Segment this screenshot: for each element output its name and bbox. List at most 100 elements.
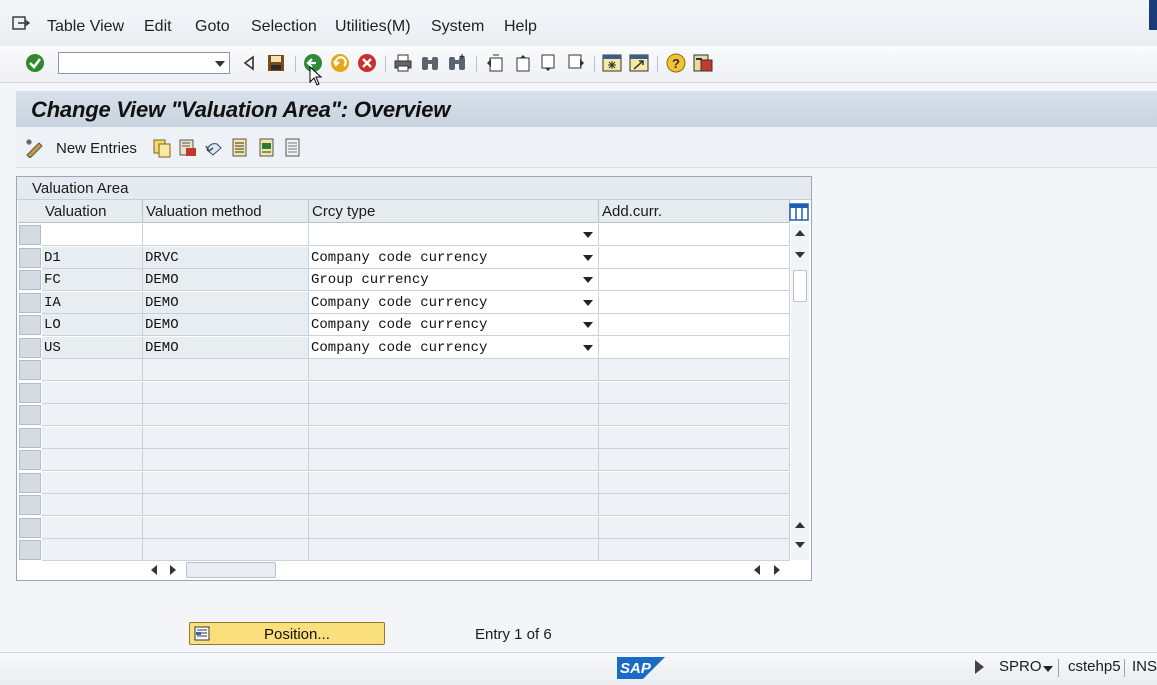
scroll-right-end-icon[interactable] xyxy=(774,565,780,575)
cell-valuation[interactable] xyxy=(42,224,143,246)
cell-crcy-type[interactable]: Company code currency xyxy=(309,246,599,269)
last-page-button[interactable] xyxy=(566,53,586,73)
exit-menu-icon[interactable] xyxy=(12,15,30,31)
cell-valuation[interactable]: US xyxy=(42,336,143,359)
row-selector[interactable] xyxy=(19,450,41,470)
copy-as-icon[interactable] xyxy=(152,138,172,158)
cell-valuation-method[interactable]: DEMO xyxy=(143,336,309,359)
row-selector[interactable] xyxy=(19,270,41,290)
create-session-button[interactable] xyxy=(602,53,622,73)
exit-button[interactable] xyxy=(330,53,350,73)
page-up-icon[interactable] xyxy=(795,522,805,528)
chevron-down-icon[interactable] xyxy=(215,61,225,67)
row-selector[interactable] xyxy=(19,382,41,403)
vertical-scrollbar[interactable] xyxy=(791,224,809,560)
help-button[interactable]: ? xyxy=(666,53,686,73)
cell-valuation[interactable]: LO xyxy=(42,314,143,336)
chevron-down-icon[interactable] xyxy=(583,254,593,261)
select-all-icon[interactable] xyxy=(230,138,250,158)
column-header-valuation-method[interactable]: Valuation method xyxy=(143,200,309,223)
scroll-right-icon[interactable] xyxy=(170,565,176,575)
find-next-button[interactable] xyxy=(447,53,467,73)
row-selector[interactable] xyxy=(19,517,41,538)
row-selector[interactable] xyxy=(19,292,41,313)
menu-utilities[interactable]: Utilities(M) xyxy=(335,18,411,36)
cell-crcy-type[interactable]: Company code currency xyxy=(309,314,599,336)
insert-mode[interactable]: INS xyxy=(1132,658,1157,675)
position-button[interactable]: Position... xyxy=(189,622,385,645)
back-arrow-button[interactable] xyxy=(239,53,259,73)
menu-edit[interactable]: Edit xyxy=(144,18,172,36)
chevron-down-icon[interactable] xyxy=(583,277,593,283)
table-row[interactable] xyxy=(42,224,790,246)
cell-valuation[interactable]: D1 xyxy=(42,246,143,269)
row-selector[interactable] xyxy=(19,337,41,358)
scroll-up-icon[interactable] xyxy=(795,230,805,236)
chevron-down-icon[interactable] xyxy=(583,322,593,328)
undo-change-icon[interactable] xyxy=(204,138,224,158)
customize-layout-button[interactable] xyxy=(693,53,713,73)
table-row[interactable]: D1 DRVC Company code currency xyxy=(42,246,790,269)
cell-valuation[interactable]: IA xyxy=(42,291,143,314)
chevron-down-icon[interactable] xyxy=(583,232,593,238)
cell-crcy-type[interactable]: Company code currency xyxy=(309,336,599,359)
delete-icon[interactable] xyxy=(178,138,198,158)
cell-valuation-method[interactable]: DEMO xyxy=(143,269,309,291)
row-selector[interactable] xyxy=(19,405,41,425)
enter-button[interactable] xyxy=(25,53,45,73)
status-expand-icon[interactable] xyxy=(975,660,984,674)
row-selector[interactable] xyxy=(19,472,41,493)
menu-help[interactable]: Help xyxy=(504,18,537,36)
row-selector[interactable] xyxy=(19,315,41,335)
cancel-button[interactable] xyxy=(357,53,377,73)
column-header-add-curr[interactable]: Add.curr. xyxy=(599,200,790,223)
column-header-valuation[interactable]: Valuation xyxy=(42,200,143,223)
table-row[interactable]: LO DEMO Company code currency xyxy=(42,314,790,336)
page-down-icon[interactable] xyxy=(795,542,805,548)
cell-valuation-method[interactable]: DRVC xyxy=(143,246,309,269)
print-button[interactable] xyxy=(393,53,413,73)
cell-add-curr[interactable] xyxy=(599,314,790,336)
cell-crcy-type[interactable]: Company code currency xyxy=(309,291,599,314)
row-selector[interactable] xyxy=(19,360,41,380)
horizontal-scrollbar[interactable] xyxy=(142,561,802,579)
cell-valuation[interactable]: FC xyxy=(42,269,143,291)
system-info-dropdown-icon[interactable] xyxy=(1043,666,1053,672)
cell-add-curr[interactable] xyxy=(599,336,790,359)
cell-add-curr[interactable] xyxy=(599,269,790,291)
column-header-crcy-type[interactable]: Crcy type xyxy=(309,200,599,223)
table-settings-icon[interactable] xyxy=(789,202,809,222)
row-selector[interactable] xyxy=(19,225,41,245)
command-field[interactable] xyxy=(58,52,230,74)
cell-crcy-type[interactable] xyxy=(309,224,599,246)
vertical-scroll-thumb[interactable] xyxy=(793,270,807,302)
menu-selection[interactable]: Selection xyxy=(251,18,317,36)
row-selector[interactable] xyxy=(19,427,41,448)
table-row[interactable]: FC DEMO Group currency xyxy=(42,269,790,291)
scroll-left-end-icon[interactable] xyxy=(754,565,760,575)
save-button[interactable] xyxy=(266,53,286,73)
menu-system[interactable]: System xyxy=(431,18,484,36)
previous-page-button[interactable] xyxy=(512,53,532,73)
table-row[interactable]: IA DEMO Company code currency xyxy=(42,291,790,314)
deselect-all-icon[interactable] xyxy=(283,138,303,158)
cell-add-curr[interactable] xyxy=(599,224,790,246)
horizontal-scroll-thumb[interactable] xyxy=(186,562,276,578)
first-page-button[interactable] xyxy=(485,53,505,73)
menu-goto[interactable]: Goto xyxy=(195,18,230,36)
find-button[interactable] xyxy=(420,53,440,73)
cell-valuation-method[interactable]: DEMO xyxy=(143,314,309,336)
scroll-left-icon[interactable] xyxy=(151,565,157,575)
row-selector[interactable] xyxy=(19,495,41,515)
chevron-down-icon[interactable] xyxy=(583,299,593,306)
cell-valuation-method[interactable] xyxy=(143,224,309,246)
new-entries-button[interactable]: New Entries xyxy=(24,137,137,159)
row-selector[interactable] xyxy=(19,247,41,268)
next-page-button[interactable] xyxy=(539,53,559,73)
command-field-input[interactable] xyxy=(61,54,205,73)
table-row[interactable]: US DEMO Company code currency xyxy=(42,336,790,359)
cell-valuation-method[interactable]: DEMO xyxy=(143,291,309,314)
cell-add-curr[interactable] xyxy=(599,246,790,269)
cell-add-curr[interactable] xyxy=(599,291,790,314)
shortcut-button[interactable] xyxy=(629,53,649,73)
